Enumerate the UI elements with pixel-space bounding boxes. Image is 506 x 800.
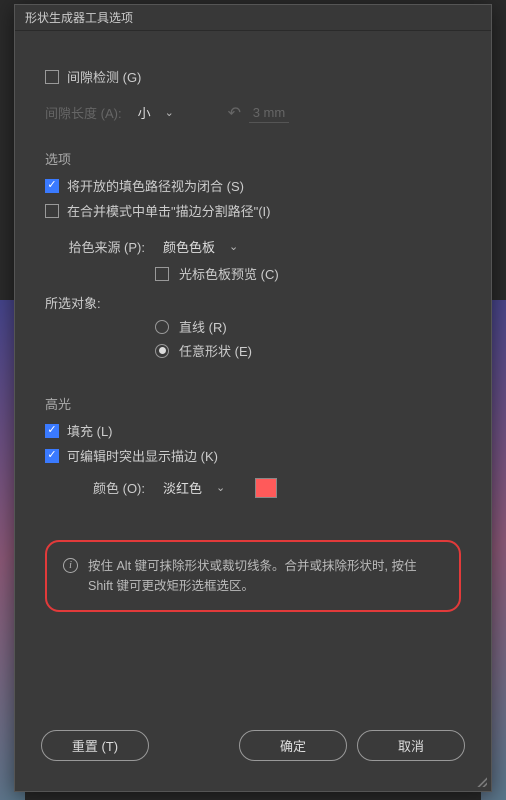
- fill-row[interactable]: 填充 (L): [45, 421, 461, 440]
- gap-length-row: 间隙长度 (A): 小 ⌄ ↶ 3 mm: [45, 100, 461, 125]
- chevron-down-icon: ⌄: [165, 106, 174, 119]
- gap-detection-label: 间隙检测 (G): [67, 67, 141, 86]
- gap-detection-checkbox[interactable]: [45, 70, 59, 84]
- cursor-preview-label: 光标色板预览 (C): [179, 264, 279, 283]
- radio-line[interactable]: [155, 320, 169, 334]
- merge-click-checkbox[interactable]: [45, 204, 59, 218]
- open-as-closed-row[interactable]: 将开放的填色路径视为闭合 (S): [45, 176, 461, 195]
- shape-builder-options-dialog: 形状生成器工具选项 间隙检测 (G) 间隙长度 (A): 小 ⌄ ↶ 3 mm …: [14, 4, 492, 792]
- gap-length-select: 小 ⌄: [130, 100, 220, 125]
- stroke-edit-checkbox[interactable]: [45, 449, 59, 463]
- highlight-color-label: 颜色 (O):: [45, 478, 145, 497]
- merge-click-row[interactable]: 在合并模式中单击"描边分割路径"(I): [45, 201, 461, 220]
- info-icon: i: [63, 558, 78, 573]
- cancel-button[interactable]: 取消: [357, 730, 465, 761]
- chevron-down-icon: ⌄: [216, 481, 225, 494]
- dialog-title: 形状生成器工具选项: [15, 5, 491, 31]
- cursor-preview-checkbox[interactable]: [155, 267, 169, 281]
- open-as-closed-checkbox[interactable]: [45, 179, 59, 193]
- reset-button[interactable]: 重置 (T): [41, 730, 149, 761]
- gap-length-label: 间隙长度 (A):: [45, 103, 122, 122]
- resize-grip-icon[interactable]: [475, 775, 487, 787]
- selected-object-heading: 所选对象:: [45, 293, 461, 312]
- chevron-down-icon: ⌄: [229, 240, 238, 253]
- info-text: 按住 Alt 键可抹除形状或裁切线条。合并或抹除形状时, 按住 Shift 键可…: [88, 556, 443, 596]
- highlight-heading: 高光: [45, 394, 461, 413]
- info-box: i 按住 Alt 键可抹除形状或裁切线条。合并或抹除形状时, 按住 Shift …: [45, 540, 461, 612]
- pick-source-label: 拾色来源 (P):: [45, 237, 145, 256]
- options-heading: 选项: [45, 149, 461, 168]
- fill-checkbox[interactable]: [45, 424, 59, 438]
- merge-click-label: 在合并模式中单击"描边分割路径"(I): [67, 201, 271, 220]
- undo-icon: ↶: [228, 103, 241, 123]
- fill-label: 填充 (L): [67, 421, 113, 440]
- radio-any-shape[interactable]: [155, 344, 169, 358]
- pick-source-select[interactable]: 颜色色板 ⌄: [155, 234, 246, 259]
- dialog-content: 间隙检测 (G) 间隙长度 (A): 小 ⌄ ↶ 3 mm 选项 将开放的填色路…: [15, 31, 491, 712]
- radio-line-label: 直线 (R): [179, 317, 227, 336]
- dialog-footer: 重置 (T) 确定 取消: [15, 712, 491, 791]
- highlight-color-select[interactable]: 淡红色 ⌄: [155, 475, 245, 500]
- stroke-edit-label: 可编辑时突出显示描边 (K): [67, 446, 218, 465]
- radio-any-shape-label: 任意形状 (E): [179, 341, 252, 360]
- gap-detection-row[interactable]: 间隙检测 (G): [45, 67, 461, 86]
- ok-button[interactable]: 确定: [239, 730, 347, 761]
- highlight-color-swatch[interactable]: [255, 478, 277, 498]
- open-as-closed-label: 将开放的填色路径视为闭合 (S): [67, 176, 244, 195]
- stroke-edit-row[interactable]: 可编辑时突出显示描边 (K): [45, 446, 461, 465]
- gap-length-value: 3 mm: [249, 103, 289, 123]
